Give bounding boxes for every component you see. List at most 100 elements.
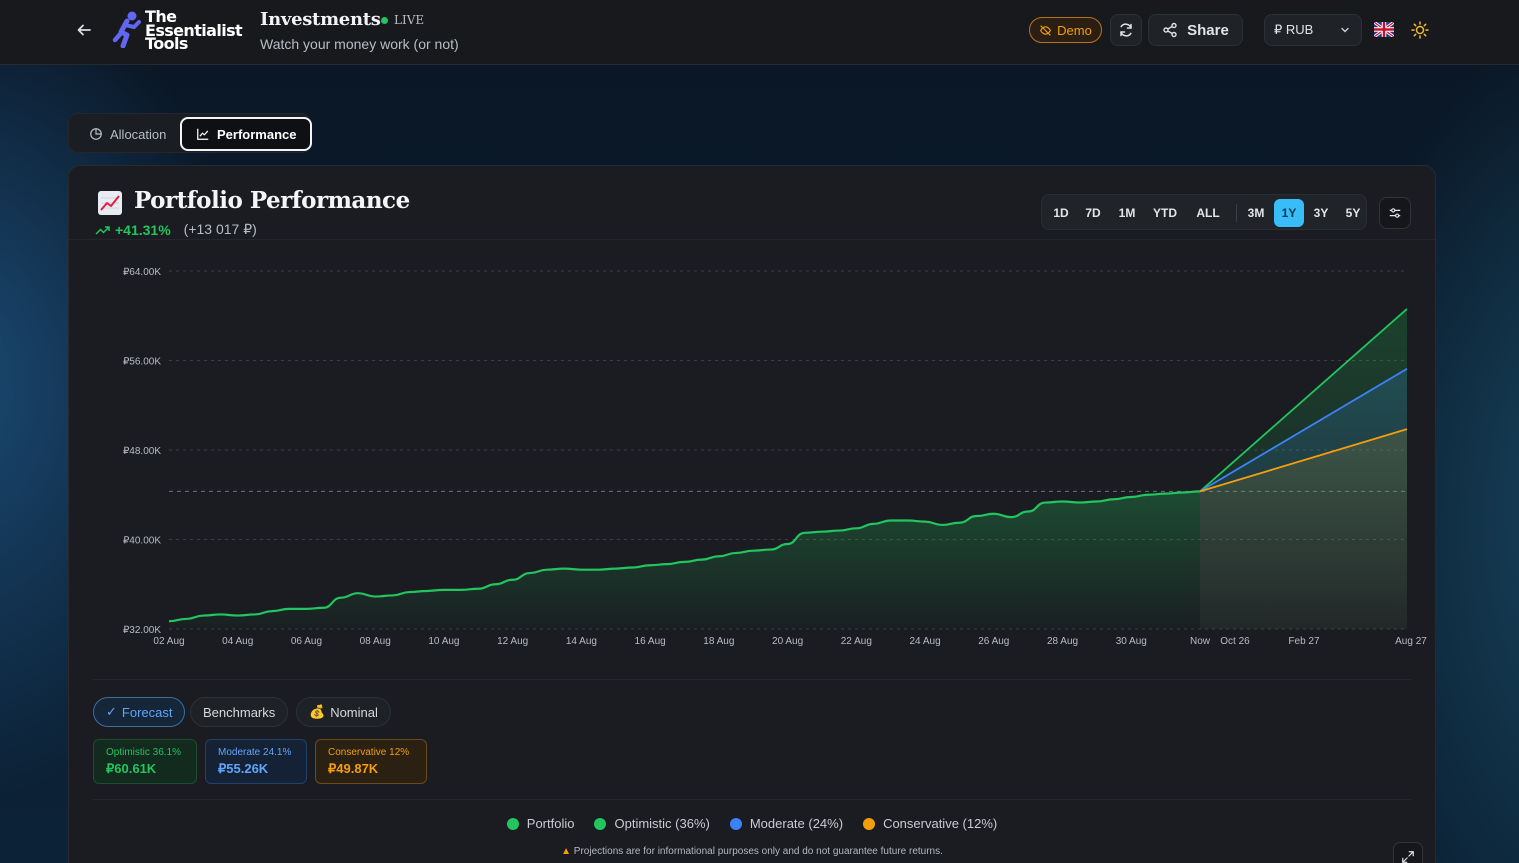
currency-select[interactable]: ₽ RUB — [1264, 14, 1362, 46]
x-tick-label: Now — [1190, 636, 1211, 647]
change-percent: +41.31% — [115, 221, 171, 238]
toggle-label: Nominal — [330, 704, 378, 720]
share-label: Share — [1187, 21, 1229, 39]
x-tick-label: 02 Aug — [153, 636, 184, 647]
range-1d[interactable]: 1D — [1046, 199, 1076, 227]
refresh-icon — [1120, 23, 1132, 37]
arrow-left-icon — [77, 24, 91, 36]
x-tick-label: 04 Aug — [222, 636, 253, 647]
legend-dot-icon — [729, 817, 742, 830]
range-all[interactable]: ALL — [1188, 199, 1228, 227]
scenario-label: Conservative 12% — [328, 747, 410, 758]
x-tick-label: 18 Aug — [703, 636, 734, 647]
chevron-down-icon — [1341, 27, 1349, 33]
pie-chart-icon — [90, 128, 102, 140]
legend-label: Portfolio — [526, 816, 575, 831]
x-tick-label: 12 Aug — [497, 636, 528, 647]
divider — [69, 239, 1435, 240]
sun-icon[interactable] — [1410, 20, 1430, 40]
app-logo[interactable]: The Essentialist Tools — [112, 9, 252, 54]
demo-toggle[interactable]: Demo — [1029, 17, 1102, 43]
divider — [93, 679, 1411, 680]
x-tick-label: 30 Aug — [1116, 636, 1147, 647]
x-tick-label: 28 Aug — [1047, 636, 1078, 647]
scenario-label: Moderate 24.1% — [218, 747, 292, 758]
range-5y[interactable]: 5Y — [1338, 199, 1368, 227]
share-icon — [1163, 22, 1177, 38]
tab-allocation[interactable]: Allocation — [75, 117, 180, 151]
legend-dot-icon — [863, 817, 876, 830]
legend-item[interactable]: Moderate (24%) — [729, 816, 843, 831]
range-divider — [1236, 204, 1237, 222]
x-tick-label: 20 Aug — [772, 636, 803, 647]
y-tick-label: ₽48.00K — [123, 446, 161, 457]
x-tick-label: 16 Aug — [635, 636, 666, 647]
scenario-card-moderate: Moderate 24.1% ₽55.26K — [205, 739, 307, 784]
legend-label: Conservative (12%) — [883, 816, 998, 831]
range-3y[interactable]: 3Y — [1306, 199, 1336, 227]
live-indicator: LIVE — [381, 13, 424, 27]
legend-item[interactable]: Optimistic (36%) — [594, 816, 710, 831]
performance-panel: Portfolio Performance +41.31% (+13 017 ₽… — [68, 165, 1436, 863]
x-tick-label: Feb 27 — [1288, 636, 1320, 647]
scenario-card-conservative: Conservative 12% ₽49.87K — [315, 739, 427, 784]
expand-icon — [1402, 851, 1414, 863]
tab-label: Performance — [217, 126, 297, 142]
x-tick-label: 08 Aug — [360, 636, 391, 647]
range-1y[interactable]: 1Y — [1274, 199, 1304, 227]
legend-item[interactable]: Portfolio — [506, 816, 575, 831]
chart-legend: Portfolio Optimistic (36%) Moderate (24%… — [69, 816, 1435, 831]
tab-performance[interactable]: Performance — [180, 117, 313, 151]
performance-chart[interactable]: ₽64.00K ₽56.00K ₽48.00K ₽40.00K ₽32.00K02 Au… — [69, 246, 1435, 666]
time-range-selector: 1D 7D 1M YTD ALL 3M 1Y 3Y 5Y — [1041, 194, 1367, 230]
scenario-value: ₽60.61K — [106, 761, 157, 776]
chart-increasing-icon — [97, 190, 123, 221]
range-7d[interactable]: 7D — [1078, 199, 1108, 227]
x-tick-label: 10 Aug — [428, 636, 459, 647]
app-subtitle: Watch your money work (or not) — [260, 36, 459, 52]
runner-logo-icon — [112, 11, 141, 48]
chart-settings-button[interactable] — [1379, 197, 1411, 229]
logo-wordmark: The Essentialist Tools — [145, 9, 243, 51]
check-icon: ✓ — [106, 704, 117, 719]
view-tabs: Allocation Performance — [68, 113, 313, 153]
divider — [93, 799, 1411, 800]
x-tick-label: 26 Aug — [978, 636, 1009, 647]
scenario-card-optimistic: Optimistic 36.1% ₽60.61K — [93, 739, 197, 784]
x-tick-label: Oct 26 — [1220, 636, 1250, 647]
y-tick-label: ₽64.00K — [123, 267, 161, 278]
app-title: Investments — [260, 9, 381, 30]
warning-icon: ▲ — [561, 846, 571, 857]
y-tick-label: ₽40.00K — [123, 536, 161, 547]
legend-item[interactable]: Conservative (12%) — [863, 816, 997, 831]
toggle-label: Benchmarks — [203, 704, 276, 720]
scenario-label: Optimistic 36.1% — [106, 747, 182, 758]
fullscreen-button[interactable] — [1393, 842, 1423, 863]
money-bag-icon: 💰 — [309, 704, 326, 719]
line-chart-icon — [197, 128, 209, 140]
uk-flag-icon[interactable] — [1374, 22, 1394, 37]
eye-off-icon — [1040, 24, 1052, 36]
range-3m[interactable]: 3M — [1240, 199, 1272, 227]
disclaimer-text: Projections are for informational purpos… — [573, 846, 943, 857]
nominal-toggle[interactable]: 💰 Nominal — [296, 697, 391, 727]
toggle-label: Forecast — [121, 704, 173, 720]
range-ytd[interactable]: YTD — [1145, 199, 1185, 227]
x-tick-label: 22 Aug — [841, 636, 872, 647]
top-bar: The Essentialist Tools Investments LIVE … — [0, 0, 1519, 65]
range-1m[interactable]: 1M — [1112, 199, 1142, 227]
back-button[interactable] — [72, 18, 96, 42]
scenario-value: ₽55.26K — [218, 761, 269, 776]
scenario-value: ₽49.87K — [328, 761, 379, 776]
legend-label: Optimistic (36%) — [614, 816, 710, 831]
panel-title: Portfolio Performance — [134, 187, 410, 214]
share-button[interactable]: Share — [1148, 14, 1243, 46]
demo-label: Demo — [1057, 22, 1092, 38]
benchmarks-toggle[interactable]: Benchmarks — [190, 697, 289, 727]
tab-label: Allocation — [110, 126, 167, 142]
refresh-button[interactable] — [1110, 14, 1142, 46]
forecast-toggle[interactable]: ✓ Forecast — [93, 697, 186, 727]
legend-dot-icon — [506, 817, 519, 830]
legend-dot-icon — [594, 817, 607, 830]
disclaimer: ▲ Projections are for informational purp… — [69, 846, 1435, 857]
